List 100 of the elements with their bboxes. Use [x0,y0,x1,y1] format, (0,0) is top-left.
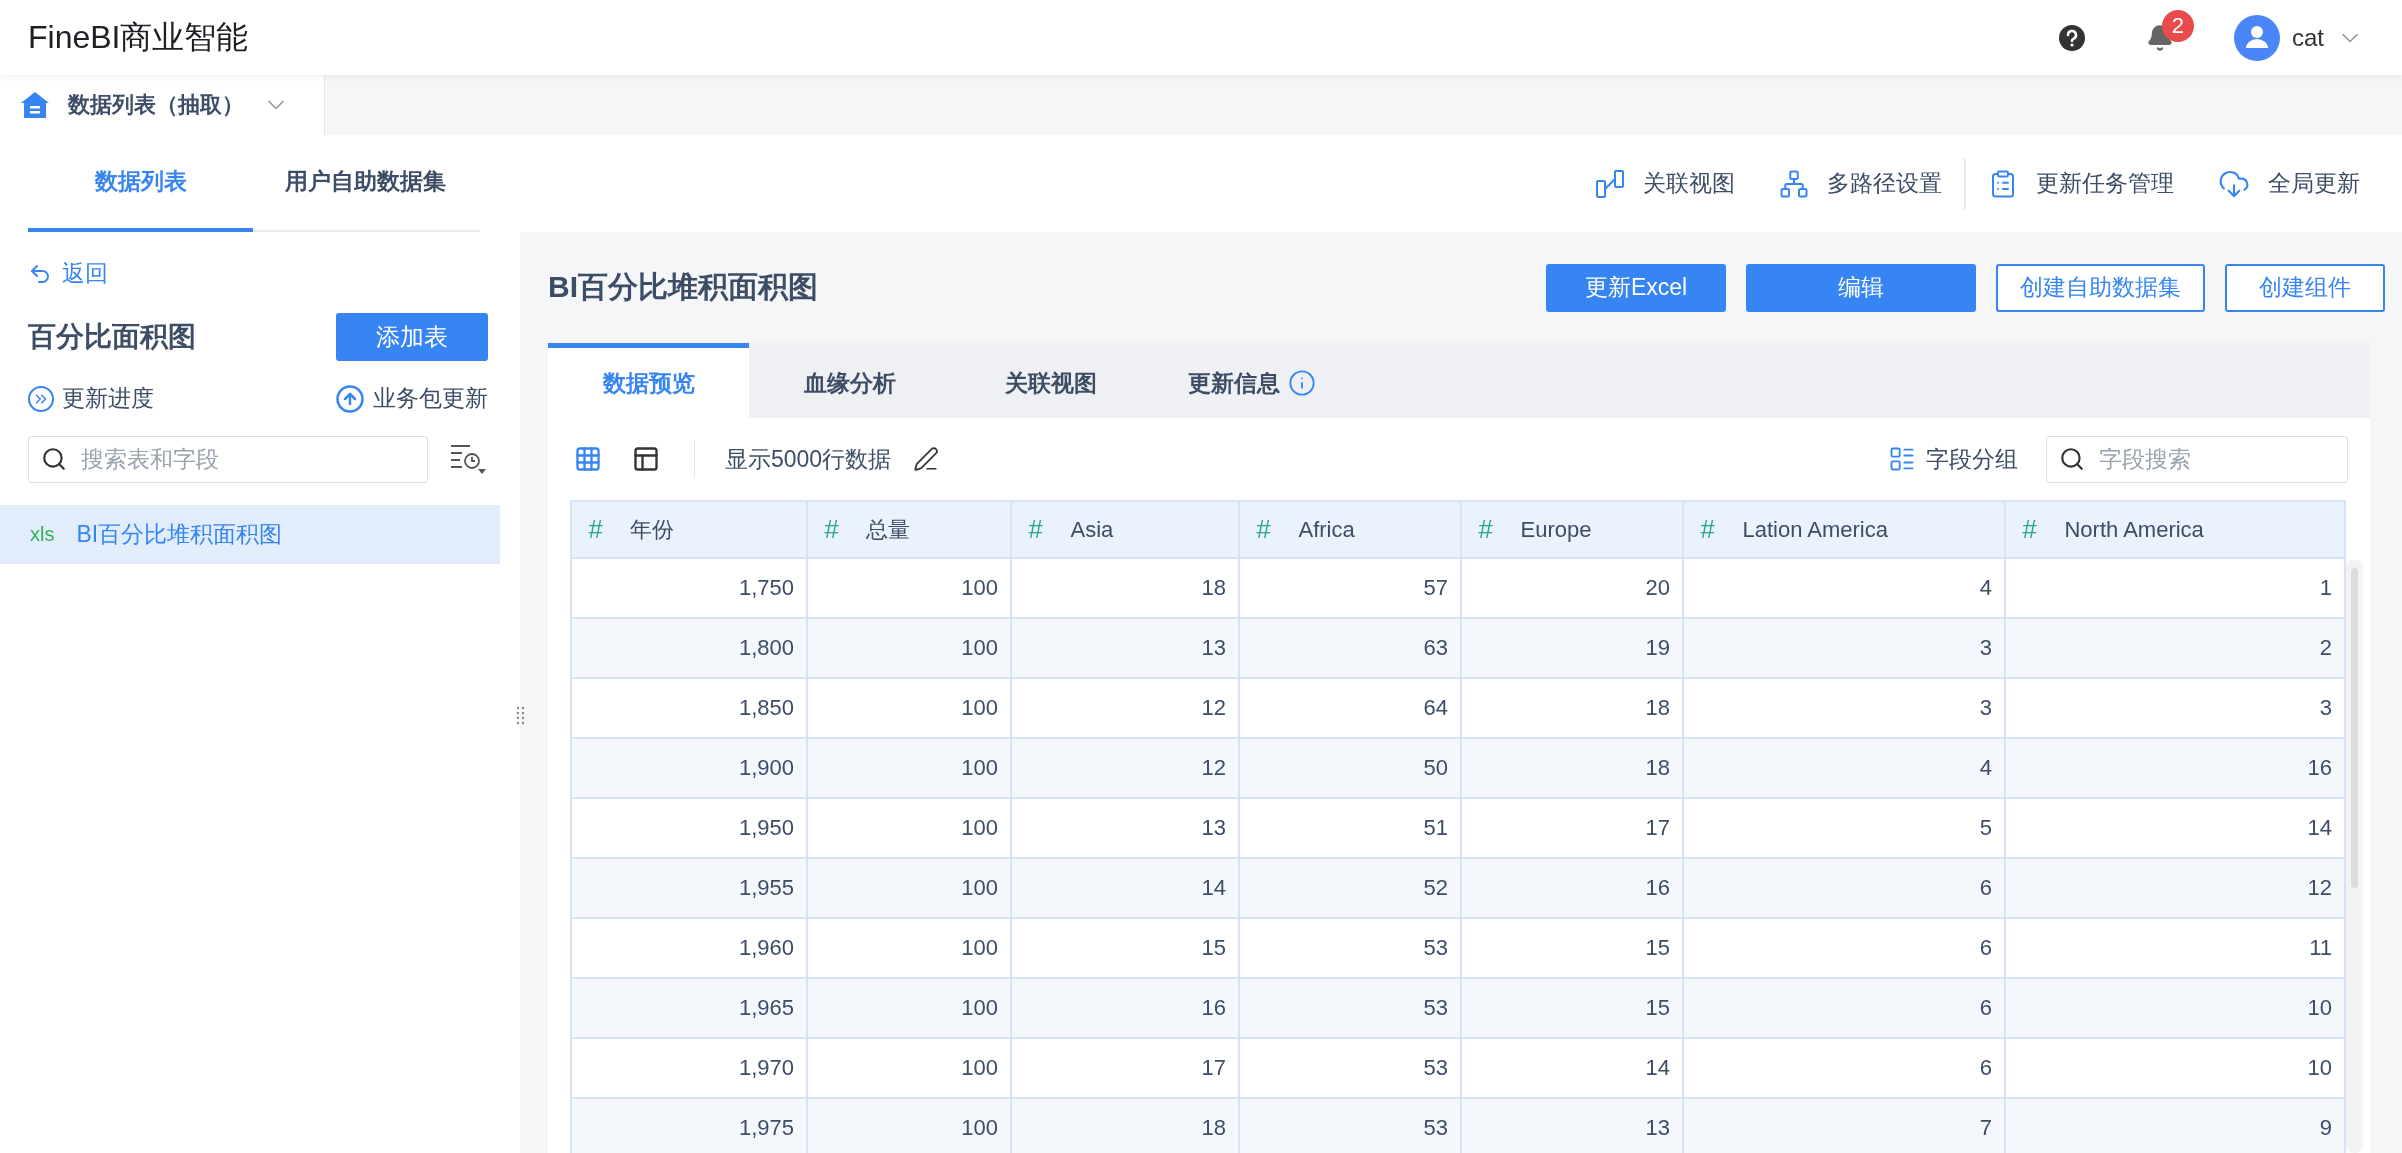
column-name: Asia [1070,516,1114,543]
table-cell: 14 [1012,859,1240,919]
help-icon[interactable] [2058,23,2086,52]
layout-icon [632,445,660,473]
table-cell: 18 [1462,679,1684,739]
action-label: 更新任务管理 [2036,169,2174,198]
column-header[interactable]: # North America [2006,500,2346,559]
table-cell: 16 [1462,859,1684,919]
column-header[interactable]: # Africa [1240,500,1462,559]
column-header[interactable]: # 总量 [808,500,1012,559]
table-cell: 10 [2006,979,2346,1039]
field-group-link[interactable]: 字段分组 [1888,443,2018,475]
table-cell: 15 [1462,919,1684,979]
package-action[interactable]: 业务包更新 [335,383,488,414]
pencil-icon[interactable] [913,446,940,472]
table-cell: 1,975 [572,1099,808,1153]
column-header[interactable]: # Europe [1462,500,1684,559]
column-name: 总量 [866,515,911,544]
table-cell: 15 [1012,919,1240,979]
action-button[interactable]: 编辑 [1746,263,1976,312]
table-cell: 52 [1240,859,1462,919]
xls-label: xls [30,523,55,546]
scrollbar[interactable] [2346,560,2363,1153]
notification-count: 2 [2162,9,2194,42]
column-name: Africa [1298,516,1355,543]
table-cell: 11 [2006,919,2346,979]
column-header[interactable]: # 年份 [572,500,808,559]
resize-handle[interactable] [516,705,526,725]
back-label: 返回 [62,259,108,288]
package-tab[interactable]: 数据列表（抽取） [0,75,325,135]
table-cell: 14 [2006,799,2346,859]
action-label: 关联视图 [1643,169,1735,198]
table-cell: 20 [1462,559,1684,619]
number-type-mark: # [1700,514,1715,545]
number-type-mark: # [1256,514,1271,545]
column-header[interactable]: # Lation America [1684,500,2006,559]
toolbar-action[interactable]: 多路径设置 [1757,168,1964,199]
table-cell: 1,950 [572,799,808,859]
table-cell: 5 [1684,799,2006,859]
detail-tab[interactable]: 血缘分析 [749,343,950,418]
detail-tab[interactable]: 数据预览 [548,343,749,418]
column-name: Europe [1520,516,1592,543]
tab-label: 更新信息 [1187,368,1280,398]
add-table-button[interactable]: 添加表 [336,313,488,361]
table-cell: 17 [1012,1039,1240,1099]
action-button[interactable]: 创建组件 [2225,263,2385,312]
action-button[interactable]: 创建自助数据集 [1996,263,2205,312]
number-type-mark: # [588,514,603,545]
table-cell: 13 [1462,1099,1684,1153]
number-type-mark: # [1028,514,1043,545]
detail-tab[interactable]: 更新信息 [1151,343,1352,418]
avatar-icon [2234,14,2280,61]
column-name: 年份 [630,515,675,544]
table-cell: 53 [1240,1039,1462,1099]
detail-tab[interactable]: 关联视图 [950,343,1151,418]
back-link[interactable]: 返回 [28,258,492,289]
table-cell: 14 [1462,1039,1684,1099]
table-cell: 17 [1462,799,1684,859]
table-cell: 18 [1462,739,1684,799]
action-label: 业务包更新 [373,384,488,413]
table-cell: 100 [808,859,1012,919]
user-menu[interactable]: cat [2234,14,2364,61]
action-button[interactable]: 更新Excel [1546,263,1726,312]
table-cell: 1,800 [572,619,808,679]
table-cell: 19 [1462,619,1684,679]
tab-label: 关联视图 [1004,368,1097,398]
table-cell: 3 [1684,679,2006,739]
table-cell: 100 [808,1099,1012,1153]
number-type-mark: # [2022,514,2037,545]
search-icon [41,446,67,472]
table-cell: 100 [808,739,1012,799]
row-limit: 显示5000行数据 [725,444,892,474]
toolbar-action[interactable]: 更新任务管理 [1966,168,2196,199]
column-name: Lation America [1742,516,1888,543]
package-action[interactable]: 更新进度 [28,383,154,414]
table-cell: 100 [808,559,1012,619]
number-type-mark: # [824,514,839,545]
info-icon [1287,369,1316,397]
column-header[interactable]: # Asia [1012,500,1240,559]
table-cell: 16 [1012,979,1240,1039]
action-label: 更新进度 [62,384,154,413]
search-field[interactable]: 搜索表和字段 [28,436,428,483]
table-cell: 6 [1684,859,2006,919]
table-cell: 6 [1684,979,2006,1039]
table-cell: 53 [1240,979,1462,1039]
side-tab[interactable]: 数据列表 [28,135,253,232]
upload-circle-icon [335,383,365,414]
number-type-mark: # [1478,514,1493,545]
dataset-title: BI百分比堆积面积图 [548,269,819,305]
table-name: BI百分比堆积面积图 [76,520,283,549]
toolbar-action[interactable]: 全局更新 [2196,167,2382,200]
table-cell: 1,960 [572,919,808,979]
table-cell: 12 [2006,859,2346,919]
table-cell: 9 [2006,1099,2346,1153]
table-cell: 53 [1240,1099,1462,1153]
search-field[interactable]: 字段搜索 [2046,435,2348,483]
package-tab-label: 数据列表（抽取） [68,91,244,119]
side-tab[interactable]: 用户自助数据集 [253,135,478,232]
toolbar-action[interactable]: 关联视图 [1573,168,1757,199]
table-cell: 18 [1012,1099,1240,1153]
